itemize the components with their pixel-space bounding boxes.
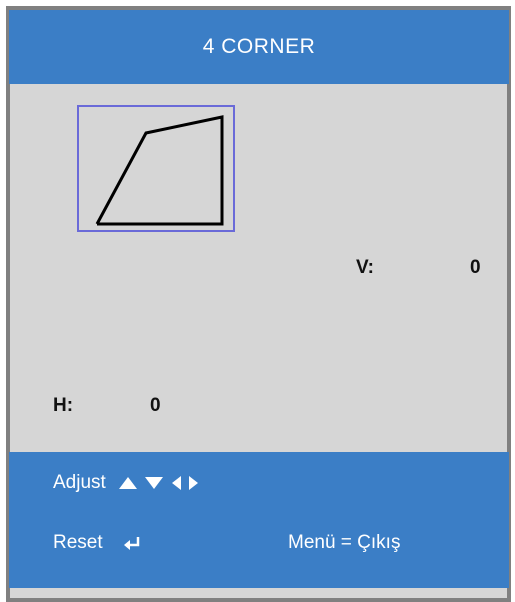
adjust-hint: Adjust — [53, 472, 200, 494]
keystone-shape-icon — [95, 115, 224, 226]
reset-label: Reset — [53, 532, 103, 553]
adjust-arrows — [118, 475, 200, 491]
left-arrow-icon — [171, 476, 181, 490]
right-arrow-icon — [188, 476, 198, 490]
help-footer: Adjust Reset Menü = Çıkış — [9, 452, 509, 588]
down-arrow-icon — [144, 477, 163, 489]
adjust-label: Adjust — [53, 472, 106, 493]
horizontal-value: 0 — [150, 395, 161, 416]
menu-exit-hint: Menü = Çıkış — [288, 532, 401, 553]
vertical-label: V: — [356, 257, 374, 278]
horizontal-label: H: — [53, 395, 74, 416]
keystone-preview — [77, 105, 235, 232]
enter-icon — [123, 536, 141, 550]
reset-hint: Reset Menü = Çıkış — [53, 532, 493, 554]
page-title: 4 CORNER — [202, 35, 316, 58]
up-arrow-icon — [118, 477, 137, 489]
menu-header: 4 CORNER — [9, 10, 509, 84]
vertical-value: 0 — [470, 257, 481, 278]
